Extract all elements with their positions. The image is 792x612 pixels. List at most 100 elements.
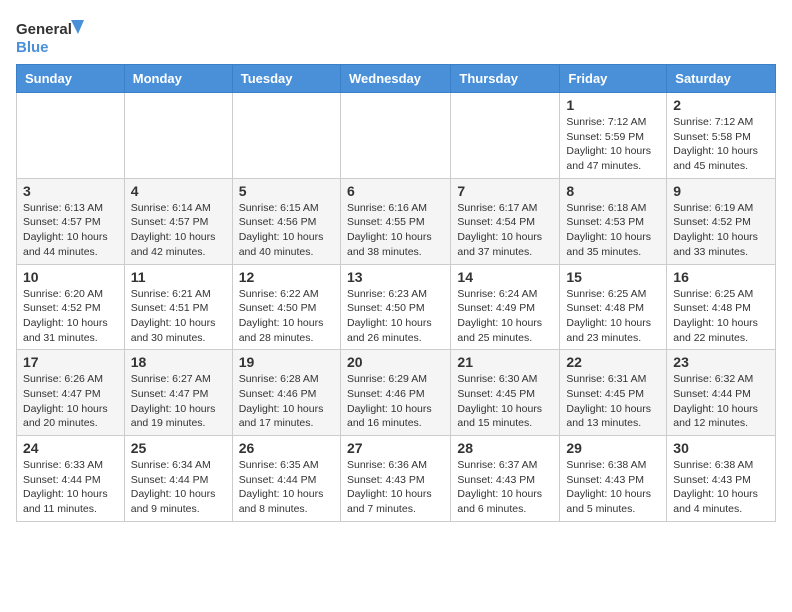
day-info: Sunrise: 6:20 AM Sunset: 4:52 PM Dayligh…	[23, 287, 118, 346]
day-number: 8	[566, 183, 660, 199]
calendar-cell: 30 Sunrise: 6:38 AM Sunset: 4:43 PM Dayli…	[667, 436, 776, 522]
calendar-cell	[124, 93, 232, 179]
day-number: 11	[131, 269, 226, 285]
day-info: Sunrise: 6:28 AM Sunset: 4:46 PM Dayligh…	[239, 372, 334, 431]
calendar-cell: 12Sunrise: 6:22 AM Sunset: 4:50 PM Dayli…	[232, 264, 340, 350]
calendar-table: SundayMondayTuesdayWednesdayThursdayFrid…	[16, 64, 776, 522]
weekday-header-friday: Friday	[560, 65, 667, 93]
day-number: 25	[131, 440, 226, 456]
calendar-cell: 20 Sunrise: 6:29 AM Sunset: 4:46 PM Dayli…	[340, 350, 450, 436]
calendar-cell: 15Sunrise: 6:25 AM Sunset: 4:48 PM Dayli…	[560, 264, 667, 350]
day-info: Sunrise: 7:12 AM Sunset: 5:58 PM Dayligh…	[673, 115, 769, 174]
day-number: 2	[673, 97, 769, 113]
day-info: Sunrise: 6:17 AM Sunset: 4:54 PM Dayligh…	[457, 201, 553, 260]
calendar-cell: 1 Sunrise: 7:12 AM Sunset: 5:59 PM Daylig…	[560, 93, 667, 179]
logo: GeneralBlue	[16, 16, 100, 56]
day-info: Sunrise: 6:25 AM Sunset: 4:48 PM Dayligh…	[673, 287, 769, 346]
calendar-cell: 9 Sunrise: 6:19 AM Sunset: 4:52 PM Daylig…	[667, 178, 776, 264]
day-number: 10	[23, 269, 118, 285]
calendar-cell: 14Sunrise: 6:24 AM Sunset: 4:49 PM Dayli…	[451, 264, 560, 350]
day-info: Sunrise: 6:15 AM Sunset: 4:56 PM Dayligh…	[239, 201, 334, 260]
day-info: Sunrise: 6:25 AM Sunset: 4:48 PM Dayligh…	[566, 287, 660, 346]
calendar-week-2: 3 Sunrise: 6:13 AM Sunset: 4:57 PM Daylig…	[17, 178, 776, 264]
weekday-header-monday: Monday	[124, 65, 232, 93]
day-info: Sunrise: 6:35 AM Sunset: 4:44 PM Dayligh…	[239, 458, 334, 517]
calendar-cell: 3 Sunrise: 6:13 AM Sunset: 4:57 PM Daylig…	[17, 178, 125, 264]
day-number: 19	[239, 354, 334, 370]
calendar-header-row: SundayMondayTuesdayWednesdayThursdayFrid…	[17, 65, 776, 93]
day-info: Sunrise: 6:31 AM Sunset: 4:45 PM Dayligh…	[566, 372, 660, 431]
day-number: 7	[457, 183, 553, 199]
day-info: Sunrise: 6:27 AM Sunset: 4:47 PM Dayligh…	[131, 372, 226, 431]
day-number: 22	[566, 354, 660, 370]
calendar-cell: 6Sunrise: 6:16 AM Sunset: 4:55 PM Daylig…	[340, 178, 450, 264]
day-info: Sunrise: 6:38 AM Sunset: 4:43 PM Dayligh…	[566, 458, 660, 517]
day-number: 20	[347, 354, 444, 370]
day-number: 4	[131, 183, 226, 199]
calendar-cell: 11Sunrise: 6:21 AM Sunset: 4:51 PM Dayli…	[124, 264, 232, 350]
day-number: 3	[23, 183, 118, 199]
day-info: Sunrise: 6:29 AM Sunset: 4:46 PM Dayligh…	[347, 372, 444, 431]
day-info: Sunrise: 6:36 AM Sunset: 4:43 PM Dayligh…	[347, 458, 444, 517]
svg-text:Blue: Blue	[16, 39, 49, 56]
calendar-cell: 7 Sunrise: 6:17 AM Sunset: 4:54 PM Daylig…	[451, 178, 560, 264]
day-number: 1	[566, 97, 660, 113]
calendar-cell: 26 Sunrise: 6:35 AM Sunset: 4:44 PM Dayli…	[232, 436, 340, 522]
calendar-cell	[17, 93, 125, 179]
calendar-cell: 28Sunrise: 6:37 AM Sunset: 4:43 PM Dayli…	[451, 436, 560, 522]
calendar-week-3: 10 Sunrise: 6:20 AM Sunset: 4:52 PM Dayli…	[17, 264, 776, 350]
day-number: 9	[673, 183, 769, 199]
day-info: Sunrise: 6:34 AM Sunset: 4:44 PM Dayligh…	[131, 458, 226, 517]
calendar-cell: 10 Sunrise: 6:20 AM Sunset: 4:52 PM Dayli…	[17, 264, 125, 350]
day-number: 23	[673, 354, 769, 370]
calendar-cell: 2 Sunrise: 7:12 AM Sunset: 5:58 PM Daylig…	[667, 93, 776, 179]
day-number: 18	[131, 354, 226, 370]
weekday-header-wednesday: Wednesday	[340, 65, 450, 93]
calendar-cell	[232, 93, 340, 179]
day-number: 5	[239, 183, 334, 199]
day-number: 6	[347, 183, 444, 199]
calendar-cell: 13 Sunrise: 6:23 AM Sunset: 4:50 PM Dayli…	[340, 264, 450, 350]
calendar-cell: 4 Sunrise: 6:14 AM Sunset: 4:57 PM Daylig…	[124, 178, 232, 264]
calendar-cell: 27Sunrise: 6:36 AM Sunset: 4:43 PM Dayli…	[340, 436, 450, 522]
calendar-cell: 21 Sunrise: 6:30 AM Sunset: 4:45 PM Dayli…	[451, 350, 560, 436]
calendar-cell: 29 Sunrise: 6:38 AM Sunset: 4:43 PM Dayli…	[560, 436, 667, 522]
day-info: Sunrise: 6:14 AM Sunset: 4:57 PM Dayligh…	[131, 201, 226, 260]
calendar-cell: 25 Sunrise: 6:34 AM Sunset: 4:44 PM Dayli…	[124, 436, 232, 522]
page-header: GeneralBlue	[16, 16, 776, 56]
day-info: Sunrise: 6:24 AM Sunset: 4:49 PM Dayligh…	[457, 287, 553, 346]
day-info: Sunrise: 6:23 AM Sunset: 4:50 PM Dayligh…	[347, 287, 444, 346]
calendar-cell: 19 Sunrise: 6:28 AM Sunset: 4:46 PM Dayli…	[232, 350, 340, 436]
calendar-cell: 8 Sunrise: 6:18 AM Sunset: 4:53 PM Daylig…	[560, 178, 667, 264]
day-info: Sunrise: 6:37 AM Sunset: 4:43 PM Dayligh…	[457, 458, 553, 517]
day-number: 24	[23, 440, 118, 456]
day-info: Sunrise: 6:19 AM Sunset: 4:52 PM Dayligh…	[673, 201, 769, 260]
calendar-week-4: 17 Sunrise: 6:26 AM Sunset: 4:47 PM Dayli…	[17, 350, 776, 436]
day-info: Sunrise: 7:12 AM Sunset: 5:59 PM Dayligh…	[566, 115, 660, 174]
weekday-header-saturday: Saturday	[667, 65, 776, 93]
calendar-cell: 5 Sunrise: 6:15 AM Sunset: 4:56 PM Daylig…	[232, 178, 340, 264]
day-info: Sunrise: 6:32 AM Sunset: 4:44 PM Dayligh…	[673, 372, 769, 431]
calendar-cell: 22 Sunrise: 6:31 AM Sunset: 4:45 PM Dayli…	[560, 350, 667, 436]
day-number: 21	[457, 354, 553, 370]
calendar-cell	[451, 93, 560, 179]
day-info: Sunrise: 6:33 AM Sunset: 4:44 PM Dayligh…	[23, 458, 118, 517]
day-number: 17	[23, 354, 118, 370]
day-info: Sunrise: 6:13 AM Sunset: 4:57 PM Dayligh…	[23, 201, 118, 260]
day-info: Sunrise: 6:26 AM Sunset: 4:47 PM Dayligh…	[23, 372, 118, 431]
day-info: Sunrise: 6:30 AM Sunset: 4:45 PM Dayligh…	[457, 372, 553, 431]
calendar-cell: 18 Sunrise: 6:27 AM Sunset: 4:47 PM Dayli…	[124, 350, 232, 436]
day-info: Sunrise: 6:38 AM Sunset: 4:43 PM Dayligh…	[673, 458, 769, 517]
day-info: Sunrise: 6:18 AM Sunset: 4:53 PM Dayligh…	[566, 201, 660, 260]
day-number: 12	[239, 269, 334, 285]
calendar-cell: 17 Sunrise: 6:26 AM Sunset: 4:47 PM Dayli…	[17, 350, 125, 436]
weekday-header-tuesday: Tuesday	[232, 65, 340, 93]
day-number: 29	[566, 440, 660, 456]
day-number: 16	[673, 269, 769, 285]
day-number: 26	[239, 440, 334, 456]
calendar-week-1: 1 Sunrise: 7:12 AM Sunset: 5:59 PM Daylig…	[17, 93, 776, 179]
calendar-cell: 16 Sunrise: 6:25 AM Sunset: 4:48 PM Dayli…	[667, 264, 776, 350]
day-number: 30	[673, 440, 769, 456]
day-number: 13	[347, 269, 444, 285]
calendar-week-5: 24 Sunrise: 6:33 AM Sunset: 4:44 PM Dayli…	[17, 436, 776, 522]
